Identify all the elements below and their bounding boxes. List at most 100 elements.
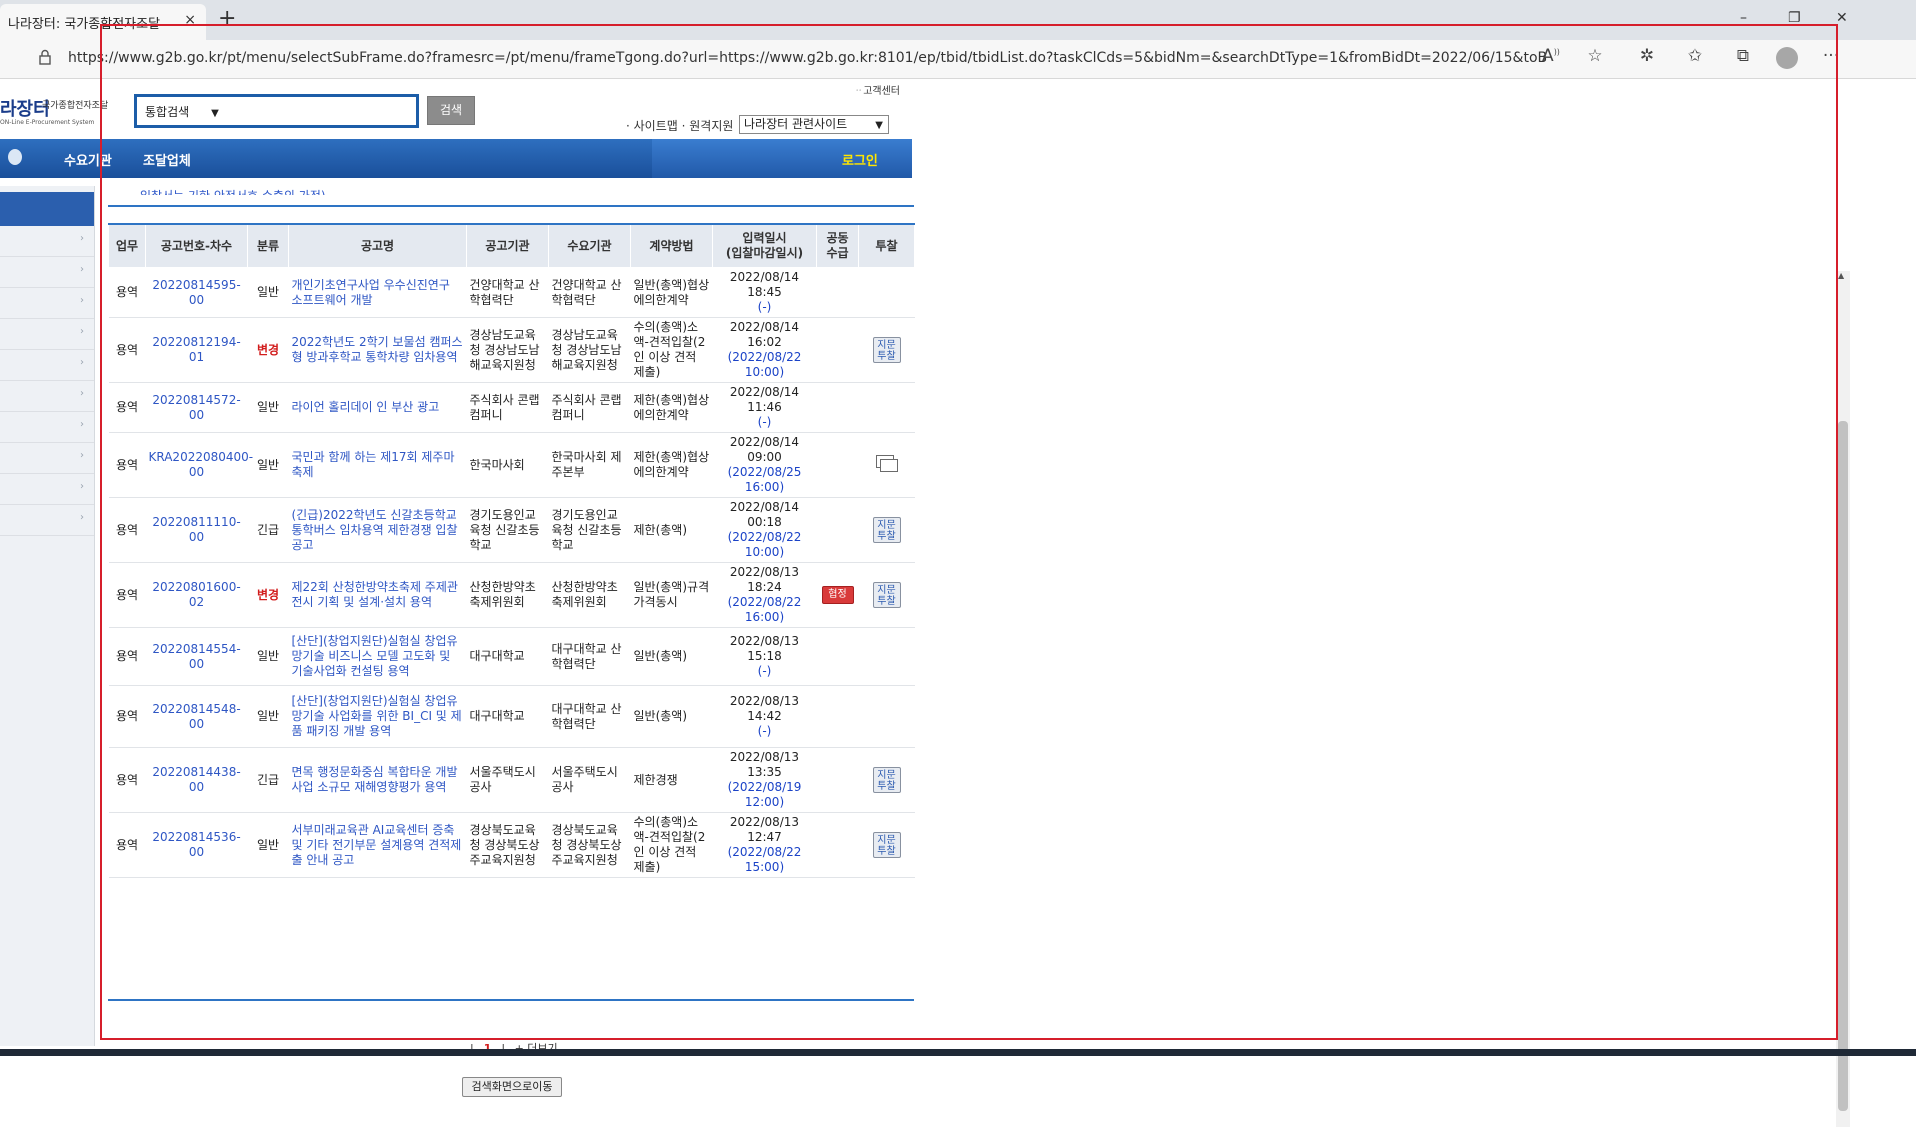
sidebar-item[interactable]: › (0, 474, 94, 505)
cell-bid-no[interactable]: 20220814595-00 (145, 267, 248, 318)
search-scope-select[interactable]: 통합검색 ▼ (145, 103, 219, 120)
divider (108, 999, 914, 1001)
nav-item-demand-org[interactable]: 수요기관 (64, 150, 112, 169)
class-label: 일반 (256, 285, 280, 299)
read-aloud-icon[interactable]: A)) (1538, 46, 1564, 66)
table-row[interactable]: 용역 20220801600-02 변경 제22회 산청한방약초축제 주제관 전시 기… (108, 562, 915, 628)
cell-title-link[interactable]: 서부미래교육관 AI교육센터 증축 및 기타 전기부문 설계용역 견적제출 안내… (288, 812, 467, 878)
cell-org: 서울주택도시공사 (466, 747, 549, 813)
cell-title-link[interactable]: 라이언 홀리데이 인 부산 광고 (288, 382, 467, 433)
minimize-button[interactable]: – (1740, 10, 1747, 26)
cell-bid-no[interactable]: KRA2022080400-00 (145, 432, 253, 498)
cell-task: 용역 (108, 267, 146, 318)
cell-bid-no[interactable]: 20220814554-00 (145, 627, 248, 686)
cell-title-link[interactable]: 제22회 산청한방약초축제 주제관 전시 기획 및 설계·설치 용역 (288, 562, 467, 628)
sidebar-item[interactable]: › (0, 443, 94, 474)
table-row[interactable]: 용역 20220814554-00 일반 [산단](창업지원단)실험실 창업유망기술 … (108, 627, 915, 686)
fingerprint-bid-button[interactable]: 지문투찰 (872, 337, 901, 363)
cell-task: 용역 (108, 812, 146, 878)
input-datetime: 2022/08/14 00:18 (729, 500, 800, 529)
fingerprint-bid-button[interactable]: 지문투찰 (872, 767, 901, 793)
related-sites-select[interactable]: 나라장터 관련사이트 ▼ (739, 115, 889, 134)
fingerprint-bid-button[interactable]: 지문투찰 (872, 832, 901, 858)
browser-tab[interactable]: 나라장터: 국가종합전자조달 × (0, 4, 206, 40)
cell-bid-no[interactable]: 20220814536-00 (145, 812, 248, 878)
sidebar-item[interactable]: › (0, 226, 94, 257)
fingerprint-bid-button[interactable]: 지문투찰 (872, 517, 901, 543)
cell-date: 2022/08/13 15:18 (-) (712, 627, 817, 686)
table-row[interactable]: 용역 20220812194-01 변경 2022학년도 2학기 보물섬 캠퍼스형 방… (108, 317, 915, 383)
table-row[interactable]: 용역 20220814548-00 일반 [산단](창업지원단)실험실 창업유망기술 … (108, 685, 915, 748)
cell-title-link[interactable]: [산단](창업지원단)실험실 창업유망기술 비즈니스 모델 고도화 및 기술사업… (288, 627, 467, 686)
url-input[interactable]: https://www.g2b.go.kr/pt/menu/selectSubF… (68, 50, 1548, 66)
fingerprint-bid-button[interactable]: 지문투찰 (872, 582, 901, 608)
cell-bid-no[interactable]: 20220814572-00 (145, 382, 248, 433)
col-header-bid-no[interactable]: 공고번호-차수 (145, 223, 248, 268)
table-row[interactable]: 용역 20220814536-00 일반 서부미래교육관 AI교육센터 증축 및 기타… (108, 812, 915, 878)
search-button[interactable]: 검색 (427, 96, 475, 125)
tab-bar: 나라장터: 국가종합전자조달 × + – ❐ ✕ (0, 0, 1916, 40)
cell-title-link[interactable]: 개인기초연구사업 우수신진연구 소프트웨어 개발 (288, 267, 467, 318)
cell-bid-no[interactable]: 20220811110-00 (145, 497, 248, 563)
new-tab-button[interactable]: + (218, 8, 236, 30)
nav-item-supplier[interactable]: 조달업체 (143, 150, 191, 169)
site-logo[interactable]: 라장터 국가종합전자조달 ON-Line E-Procurement Syste… (0, 95, 120, 131)
scroll-up-icon[interactable]: ▲ (1838, 271, 1844, 280)
cell-demand: 경상남도교육청 경상남도남해교육지원청 (548, 317, 631, 383)
favorites-icon[interactable]: ✩ (1682, 46, 1708, 66)
lock-icon[interactable] (38, 49, 52, 65)
sidebar-item[interactable]: › (0, 412, 94, 443)
cell-bid-no[interactable]: 20220812194-01 (145, 317, 248, 383)
cell-demand: 대구대학교 산학협력단 (548, 685, 631, 748)
mouse-icon (8, 149, 22, 165)
more-icon[interactable]: ··· (1818, 46, 1844, 66)
document-icon[interactable] (875, 455, 898, 472)
sidebar-item[interactable]: › (0, 350, 94, 381)
customer-center-link[interactable]: ᆢ고객센터 (854, 82, 900, 97)
favorite-add-icon[interactable]: ☆ (1582, 46, 1608, 66)
sidebar-item[interactable]: › (0, 505, 94, 536)
login-link[interactable]: 로그인 (842, 150, 878, 169)
cell-bid-no[interactable]: 20220801600-02 (145, 562, 248, 628)
extensions-icon[interactable]: ✲ (1634, 46, 1660, 66)
cell-title-link[interactable]: (긴급)2022학년도 신갈초등학교 통학버스 임차용역 제한경쟁 입찰 공고 (288, 497, 467, 563)
sidebar-item[interactable]: › (0, 381, 94, 412)
cell-title-link[interactable]: 국민과 함께 하는 제17회 제주마 축제 (288, 432, 467, 498)
go-to-search-button[interactable]: 검색화면으로이동 (462, 1077, 562, 1097)
cell-demand: 한국마사회 제주본부 (548, 432, 631, 498)
close-tab-icon[interactable]: × (184, 12, 196, 28)
maximize-button[interactable]: ❐ (1788, 10, 1801, 26)
col-header-title[interactable]: 공고명 (288, 223, 467, 268)
cell-bid-no[interactable]: 20220814548-00 (145, 685, 248, 748)
cell-title-link[interactable]: 2022학년도 2학기 보물섬 캠퍼스형 방과후학교 통학차량 임차용역 (288, 317, 467, 383)
table-row[interactable]: 용역 20220811110-00 긴급 (긴급)2022학년도 신갈초등학교 통학버… (108, 497, 915, 563)
site-links[interactable]: · 사이트맵 · 원격지원 (626, 117, 733, 134)
collections-icon[interactable]: ⧉ (1730, 46, 1756, 66)
close-window-button[interactable]: ✕ (1836, 10, 1848, 26)
table-row[interactable]: 용역 20220814438-00 긴급 면목 행정문화중심 복합타운 개발사업 소규… (108, 747, 915, 813)
profile-icon[interactable] (1776, 47, 1798, 69)
vertical-scrollbar[interactable]: ▲ (1836, 271, 1850, 1127)
joint-agreement-badge[interactable]: 협정 (821, 586, 854, 604)
deadline-datetime: (-) (757, 415, 772, 429)
table-row[interactable]: 용역 20220814572-00 일반 라이언 홀리데이 인 부산 광고 주식회사 콘… (108, 382, 915, 433)
search-box[interactable]: 통합검색 ▼ (134, 94, 419, 128)
cell-class: 긴급 (247, 497, 289, 563)
cell-method: 수의(총액)소액-견적입찰(2인 이상 견적 제출) (630, 812, 713, 878)
cell-bid-no[interactable]: 20220814438-00 (145, 747, 248, 813)
cell-method: 수의(총액)소액-견적입찰(2인 이상 견적 제출) (630, 317, 713, 383)
sidebar-item[interactable]: › (0, 257, 94, 288)
scroll-thumb[interactable] (1838, 421, 1848, 1111)
cell-title-link[interactable]: 면목 행정문화중심 복합타운 개발사업 소규모 재해영향평가 용역 (288, 747, 467, 813)
cell-title-link[interactable]: [산단](창업지원단)실험실 창업유망기술 사업화를 위한 BI_CI 및 제품… (288, 685, 467, 748)
col-header-date[interactable]: 입력일시 (입찰마감일시) (712, 223, 817, 268)
sidebar-item[interactable]: › (0, 319, 94, 350)
cell-bid (858, 267, 915, 318)
chevron-right-icon: › (80, 388, 84, 399)
col-header-joint: 공동 수급 (816, 223, 859, 268)
chevron-down-icon: ▼ (211, 108, 219, 119)
table-row[interactable]: 용역 20220814595-00 일반 개인기초연구사업 우수신진연구 소프트웨어 … (108, 267, 915, 318)
table-row[interactable]: 용역 KRA2022080400-00 일반 국민과 함께 하는 제17회 제주마 축… (108, 432, 915, 498)
sidebar-item[interactable]: › (0, 288, 94, 319)
cell-method: 제한(총액)협상에의한계약 (630, 382, 713, 433)
